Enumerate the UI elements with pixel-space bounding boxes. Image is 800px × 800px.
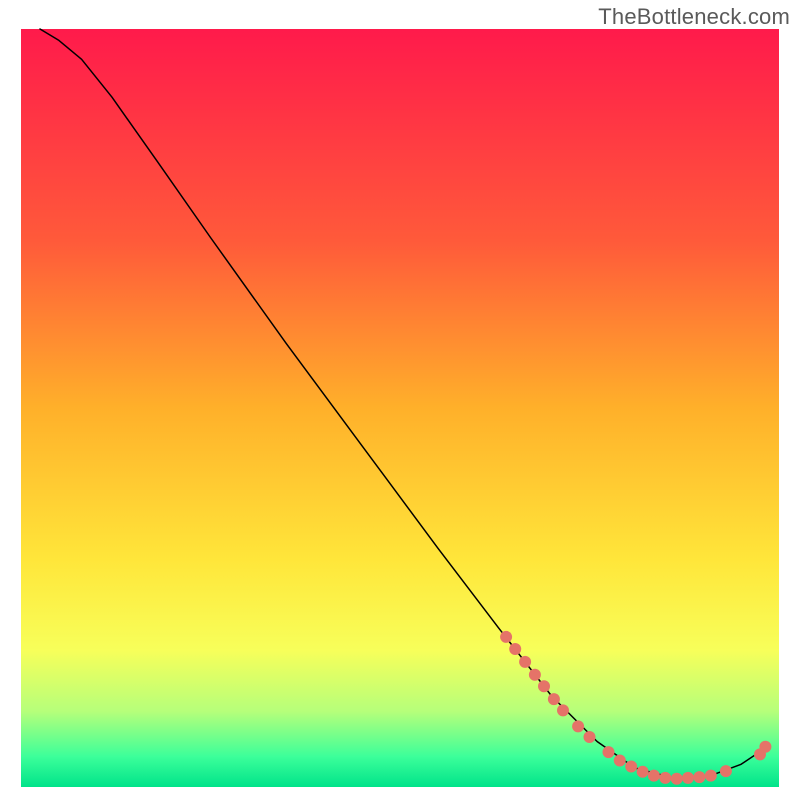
watermark-text: TheBottleneck.com xyxy=(598,4,790,30)
data-marker xyxy=(637,766,649,778)
data-marker xyxy=(519,656,531,668)
chart-container: TheBottleneck.com xyxy=(0,0,800,800)
data-marker xyxy=(693,771,705,783)
data-marker xyxy=(529,669,541,681)
data-marker xyxy=(572,720,584,732)
data-marker xyxy=(682,772,694,784)
data-marker xyxy=(671,773,683,785)
data-marker xyxy=(509,643,521,655)
data-marker xyxy=(648,770,660,782)
data-marker xyxy=(705,770,717,782)
data-marker xyxy=(548,693,560,705)
data-marker xyxy=(759,741,771,753)
data-marker xyxy=(500,631,512,643)
data-marker xyxy=(659,772,671,784)
data-marker xyxy=(603,746,615,758)
data-marker xyxy=(720,765,732,777)
data-marker xyxy=(625,761,637,773)
gradient-background xyxy=(21,29,779,787)
data-marker xyxy=(584,731,596,743)
data-marker xyxy=(614,755,626,767)
bottleneck-chart xyxy=(0,0,800,800)
data-marker xyxy=(538,680,550,692)
data-marker xyxy=(557,704,569,716)
